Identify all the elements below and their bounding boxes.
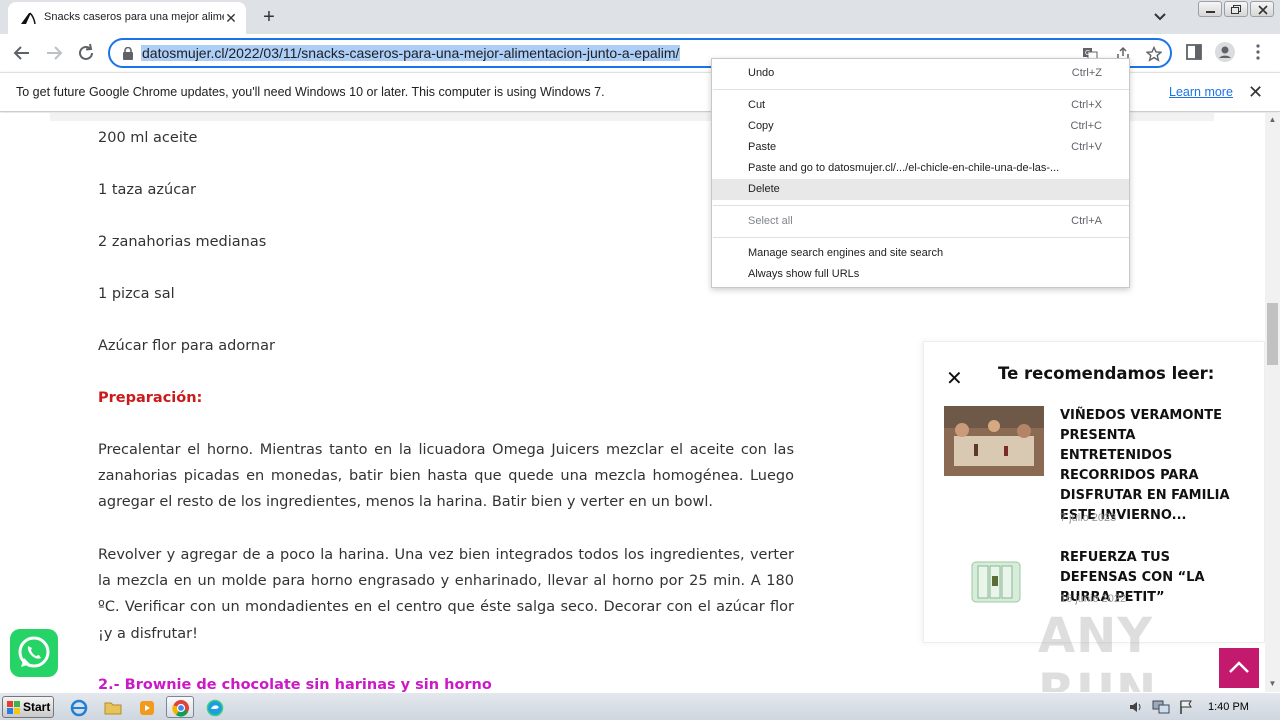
menu-item-select-all[interactable]: Select all Ctrl+A: [712, 211, 1129, 232]
recommendation-title: Te recomendamos leer:: [998, 364, 1215, 383]
menu-item-show-full-urls[interactable]: Always show full URLs: [712, 264, 1129, 285]
learn-more-link[interactable]: Learn more: [1169, 85, 1233, 99]
preparation-paragraph-2: Revolver y agregar de a poco la harina. …: [98, 547, 794, 642]
ingredient-item: 1 taza azúcar: [98, 182, 197, 198]
ingredient-item: Azúcar flor para adornar: [98, 338, 275, 354]
new-tab-button[interactable]: +: [258, 6, 280, 28]
brownie-heading[interactable]: 2.- Brownie de chocolate sin harinas y s…: [98, 677, 492, 692]
menu-item-shortcut: Ctrl+V: [1071, 141, 1102, 153]
screen: Snacks caseros para una mejor alimentaci…: [0, 0, 1280, 720]
menu-item-paste-and-go[interactable]: Paste and go to datosmujer.cl/.../el-chi…: [712, 158, 1129, 179]
internet-explorer-icon: [70, 699, 88, 717]
menu-separator: [713, 89, 1129, 90]
menu-item-label: Paste and go to datosmujer.cl/.../el-chi…: [748, 162, 1060, 174]
action-center-flag-icon[interactable]: [1178, 699, 1194, 715]
ingredient-item: 2 zanahorias medianas: [98, 234, 267, 250]
menu-item-cut[interactable]: Cut Ctrl+X: [712, 95, 1129, 116]
windows-taskbar: Start 1:40 PM: [0, 692, 1280, 720]
menu-item-label: Manage search engines and site search: [748, 247, 944, 259]
network-icon[interactable]: [1152, 699, 1170, 715]
ingredient-item: 200 ml aceite: [98, 130, 198, 146]
taskbar-ie[interactable]: [64, 696, 92, 718]
tab-title: Snacks caseros para una mejor alimentaci…: [44, 11, 224, 23]
edge-icon: [206, 699, 224, 717]
start-button[interactable]: Start: [2, 696, 54, 718]
menu-item-manage-search-engines[interactable]: Manage search engines and site search: [712, 243, 1129, 264]
taskbar-clock[interactable]: 1:40 PM: [1208, 701, 1249, 713]
taskbar-explorer[interactable]: [98, 696, 126, 718]
menu-item-shortcut: Ctrl+Z: [1071, 67, 1102, 79]
whatsapp-icon: [18, 636, 50, 668]
menu-item-label: Copy: [748, 120, 774, 132]
reload-icon[interactable]: [75, 42, 97, 64]
menu-separator: [713, 237, 1129, 238]
menu-item-label: Undo: [748, 67, 775, 79]
preparation-paragraph-1: Precalentar el horno. Mientras tanto en …: [98, 442, 794, 511]
recommendation-widget: ✕ Te recomendamos leer: VIÑEDOS VERAMONT…: [923, 341, 1265, 643]
taskbar-media-player[interactable]: [132, 696, 160, 718]
back-to-top-button[interactable]: [1219, 648, 1259, 688]
recommendation-headline-1[interactable]: VIÑEDOS VERAMONTE PRESENTA ENTRETENIDOS …: [1060, 406, 1250, 526]
volume-icon[interactable]: [1128, 700, 1144, 714]
tab-search-icon[interactable]: [1152, 8, 1168, 24]
site-favicon-icon: [21, 12, 36, 25]
product-article-thumbnail[interactable]: [944, 548, 1044, 618]
folder-icon: [104, 702, 122, 715]
browser-tab[interactable]: Snacks caseros para una mejor alimentaci…: [8, 2, 246, 34]
preparation-heading: Preparación:: [98, 390, 203, 406]
url-text[interactable]: datosmujer.cl/2022/03/11/snacks-caseros-…: [141, 45, 681, 61]
menu-item-shortcut: Ctrl+X: [1071, 99, 1102, 111]
menu-item-shortcut: Ctrl+C: [1070, 120, 1102, 132]
menu-item-label: Select all: [748, 215, 793, 227]
infobar-message: To get future Google Chrome updates, you…: [16, 85, 605, 99]
forward-icon[interactable]: [43, 42, 65, 64]
menu-item-label: Paste: [748, 141, 777, 153]
minimize-button[interactable]: [1198, 1, 1222, 17]
back-icon[interactable]: [11, 42, 33, 64]
restore-button[interactable]: [1224, 1, 1248, 17]
scroll-up-arrow-icon[interactable]: ▲: [1268, 115, 1277, 124]
menu-item-paste[interactable]: Paste Ctrl+V: [712, 137, 1129, 158]
menu-item-shortcut: Ctrl+A: [1071, 215, 1102, 227]
context-menu: Undo Ctrl+Z Cut Ctrl+X Copy Ctrl+C Paste…: [711, 58, 1130, 288]
tab-strip: Snacks caseros para una mejor alimentaci…: [0, 0, 1280, 34]
chrome-icon: [172, 700, 189, 717]
menu-item-label: Always show full URLs: [748, 268, 860, 280]
recommendation-date-1: 7 julio 2023: [1060, 512, 1117, 524]
taskbar-edge[interactable]: [200, 696, 228, 718]
menu-separator: [713, 205, 1129, 206]
chevron-up-icon: [1229, 661, 1249, 673]
lock-icon[interactable]: [122, 47, 134, 60]
scroll-thumb[interactable]: [1267, 303, 1278, 365]
recommendation-date-2: 16 junio 2022: [1060, 593, 1127, 605]
svg-text:G: G: [1085, 50, 1090, 57]
profile-avatar-icon[interactable]: [1215, 42, 1235, 62]
side-panel-icon[interactable]: [1184, 42, 1204, 62]
menu-item-label: Delete: [748, 183, 780, 195]
window-controls: [1196, 1, 1274, 17]
recommendation-close-icon[interactable]: ✕: [946, 366, 963, 391]
ingredient-item: 1 pizca sal: [98, 286, 175, 302]
bookmark-star-icon[interactable]: [1146, 46, 1162, 62]
whatsapp-button[interactable]: [10, 629, 58, 677]
vineyard-article-thumbnail[interactable]: [944, 406, 1044, 476]
menu-item-label: Cut: [748, 99, 766, 111]
tab-close-icon[interactable]: ✕: [222, 9, 240, 27]
menu-item-undo[interactable]: Undo Ctrl+Z: [712, 63, 1129, 84]
system-tray: [1120, 693, 1280, 720]
start-label: Start: [23, 700, 51, 714]
menu-item-copy[interactable]: Copy Ctrl+C: [712, 116, 1129, 137]
media-player-icon: [140, 701, 154, 715]
windows-logo-icon: [7, 701, 20, 714]
menu-item-delete[interactable]: Delete: [712, 179, 1129, 200]
close-window-button[interactable]: [1250, 1, 1274, 17]
page-scrollbar[interactable]: ▲ ▼: [1265, 113, 1280, 692]
taskbar-chrome[interactable]: [166, 696, 194, 718]
chrome-menu-icon[interactable]: [1248, 42, 1268, 62]
infobar-close-icon[interactable]: ✕: [1248, 83, 1263, 101]
